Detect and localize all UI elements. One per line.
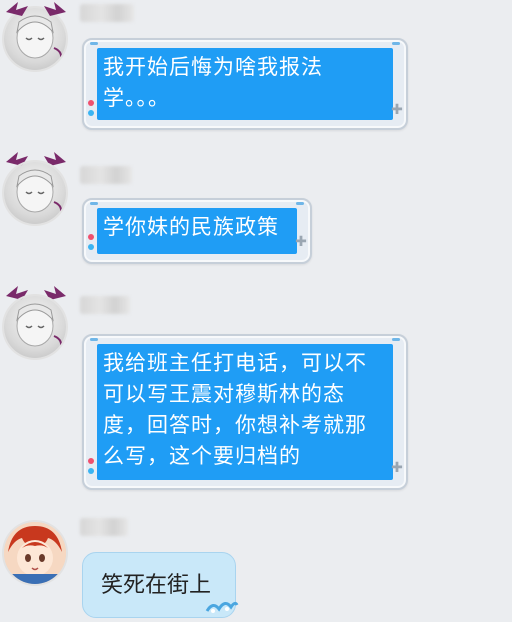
avatar[interactable] xyxy=(4,162,66,224)
sender-name-blurred xyxy=(80,518,128,536)
plus-icon: ✚ xyxy=(391,102,403,118)
avatar[interactable] xyxy=(4,522,66,584)
message-text: 我开始后悔为啥我报法学。。。 xyxy=(97,48,393,120)
demon-avatar-icon xyxy=(16,303,63,351)
anime-girl-avatar-icon xyxy=(4,522,66,584)
avatar[interactable] xyxy=(4,296,66,358)
sender-name-blurred xyxy=(80,166,132,184)
demon-avatar-icon xyxy=(16,169,63,217)
sender-name-blurred xyxy=(80,4,134,22)
wave-decoration-icon xyxy=(205,601,239,613)
message-bubble[interactable]: 我开始后悔为啥我报法学。。。 ✚ xyxy=(82,38,408,130)
plus-icon: ✚ xyxy=(391,460,403,476)
plus-icon: ✚ xyxy=(295,234,307,250)
wings-icon xyxy=(6,2,66,16)
message-bubble[interactable]: 学你妹的民族政策 ✚ xyxy=(82,198,312,264)
message-text: 学你妹的民族政策 xyxy=(97,208,297,254)
message-text: 笑死在街上 xyxy=(101,573,212,598)
message-bubble[interactable]: 我给班主任打电话，可以不可以写王震对穆斯林的态度，回答时，你想补考就那么写，这个… xyxy=(82,334,408,490)
message-bubble[interactable]: 笑死在街上 xyxy=(82,552,239,618)
sender-name-blurred xyxy=(80,296,130,314)
message-text: 我给班主任打电话，可以不可以写王震对穆斯林的态度，回答时，你想补考就那么写，这个… xyxy=(97,344,393,480)
